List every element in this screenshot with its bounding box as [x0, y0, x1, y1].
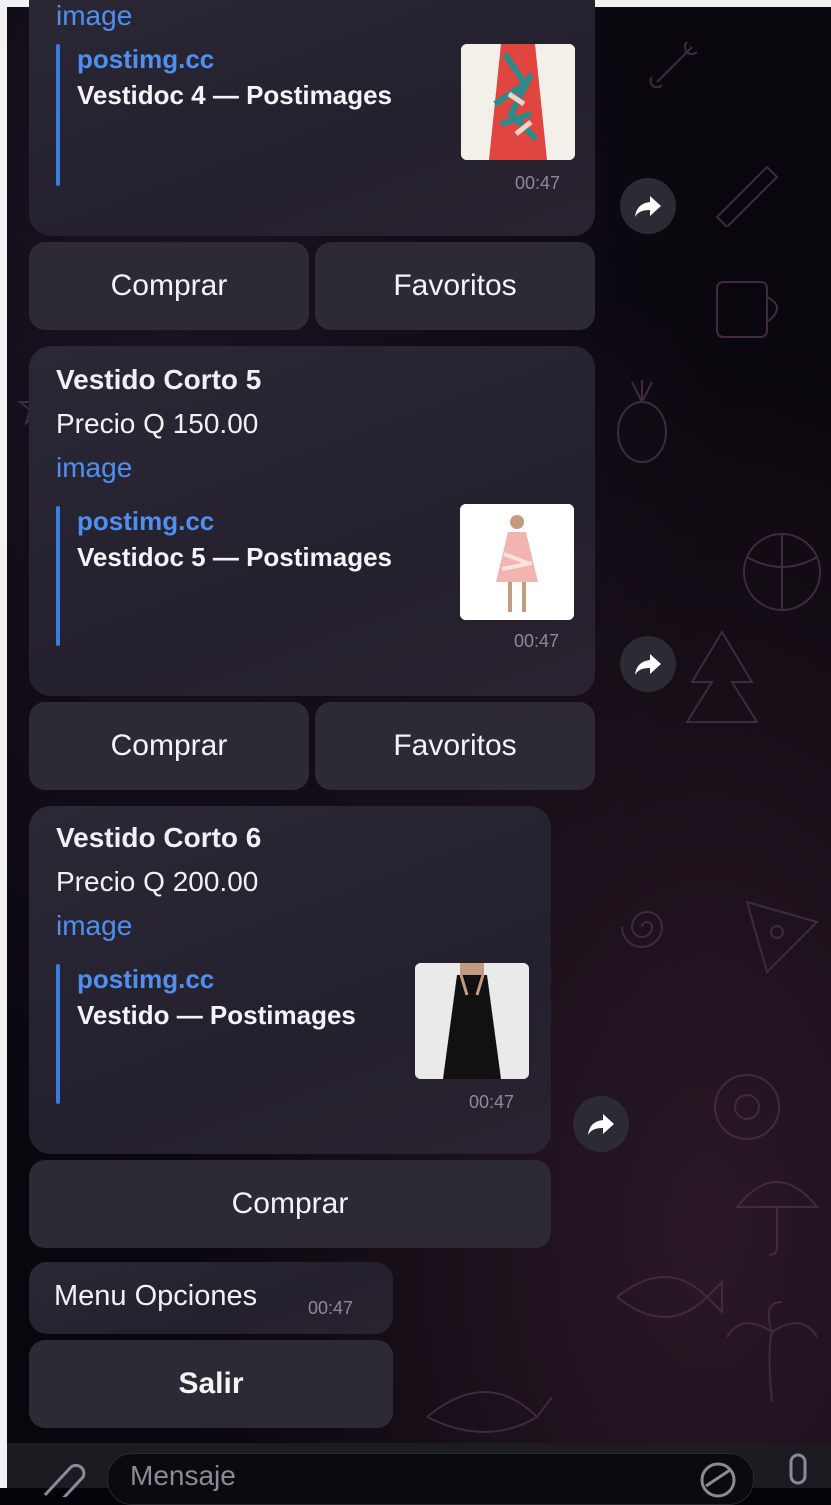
menu-message-bubble: Menu Opciones 00:47: [29, 1262, 393, 1334]
doodle-tree-icon: [685, 630, 759, 723]
share-button[interactable]: [573, 1096, 629, 1152]
message-time: 00:47: [308, 1298, 354, 1318]
microphone-icon[interactable]: [779, 1451, 819, 1491]
share-button[interactable]: [620, 636, 676, 692]
message-input[interactable]: Mensaje: [107, 1453, 754, 1505]
share-arrow-icon: [588, 1114, 614, 1135]
image-link[interactable]: image: [56, 910, 132, 942]
message-time: 00:47: [515, 173, 561, 193]
message-bubble: image postimg.cc Vestidoc 4 — Postimages…: [29, 0, 595, 236]
doodle-billiard-icon: [714, 1074, 780, 1140]
doodle-umbrella-icon: [734, 1181, 820, 1256]
comprar-button[interactable]: Comprar: [29, 1160, 551, 1248]
product-title: Vestido Corto 6: [56, 822, 262, 853]
doodle-mug-icon: [716, 281, 778, 338]
doodle-pizza-icon: [745, 900, 819, 974]
share-button[interactable]: [620, 178, 676, 234]
product-price: Precio Q 150.00: [56, 408, 259, 439]
preview-site: postimg.cc: [77, 506, 215, 536]
comprar-button[interactable]: Comprar: [29, 242, 309, 330]
message-time: 00:47: [514, 631, 560, 651]
dress-image: [460, 504, 574, 620]
comprar-button[interactable]: Comprar: [29, 702, 309, 790]
image-link[interactable]: image: [56, 452, 132, 484]
preview-thumbnail[interactable]: [415, 963, 529, 1079]
menu-text: Menu Opciones: [54, 1280, 258, 1312]
message-bubble: Vestido Corto 5 Precio Q 150.00 image po…: [29, 346, 595, 696]
doodle-spiral-icon: [621, 911, 664, 948]
favoritos-button[interactable]: Favoritos: [315, 702, 595, 790]
dress-image: [415, 963, 529, 1079]
preview-title: Vestidoc 5 — Postimages: [77, 542, 393, 572]
message-time: 00:47: [469, 1092, 515, 1112]
doodle-whale-icon: [426, 1391, 553, 1433]
sticker-icon[interactable]: [698, 1460, 738, 1500]
share-arrow-icon: [635, 654, 661, 675]
preview-accent-bar: [56, 44, 60, 186]
preview-accent-bar: [56, 964, 60, 1104]
preview-site: postimg.cc: [77, 44, 215, 74]
share-arrow-icon: [635, 196, 661, 217]
product-price: Precio Q 200.00: [56, 866, 259, 897]
preview-thumbnail[interactable]: [460, 504, 574, 620]
message-composer: Mensaje: [7, 1443, 831, 1505]
preview-title: Vestido — Postimages: [77, 1000, 356, 1030]
doodle-candy-icon: [715, 165, 779, 227]
product-title: Vestido Corto 5: [56, 364, 262, 395]
image-link[interactable]: image: [56, 0, 132, 32]
salir-button[interactable]: Salir: [29, 1340, 393, 1428]
favoritos-button[interactable]: Favoritos: [315, 242, 595, 330]
message-bubble: Vestido Corto 6 Precio Q 200.00 image po…: [29, 806, 551, 1154]
paperclip-icon[interactable]: [37, 1457, 87, 1497]
doodle-palm-icon: [726, 1301, 818, 1403]
doodle-bone-icon: [649, 41, 698, 89]
doodle-fish-icon: [616, 1276, 723, 1318]
message-placeholder: Mensaje: [130, 1460, 236, 1491]
preview-site: postimg.cc: [77, 964, 215, 994]
doodle-pineapple-icon: [617, 380, 667, 463]
preview-accent-bar: [56, 506, 60, 646]
doodle-ball-icon: [743, 533, 821, 611]
dress-image: [461, 44, 575, 160]
preview-title: Vestidoc 4 — Postimages: [77, 80, 393, 110]
preview-thumbnail[interactable]: [461, 44, 575, 160]
